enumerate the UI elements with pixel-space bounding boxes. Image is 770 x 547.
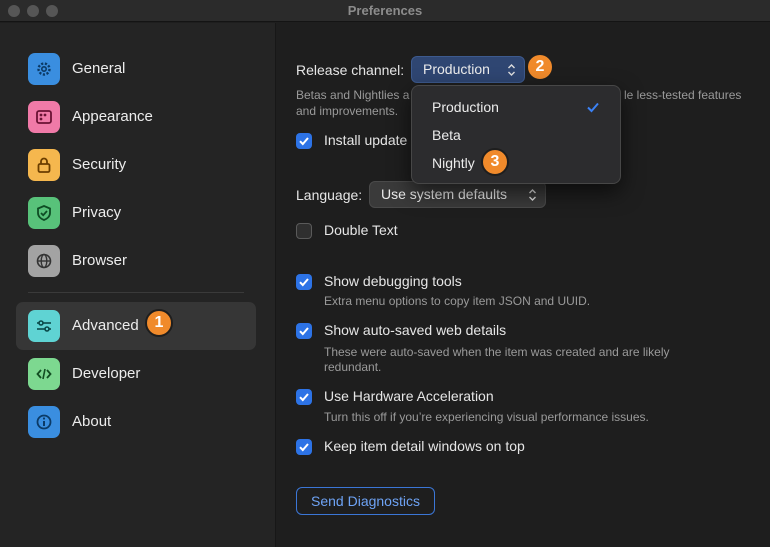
title-bar: Preferences <box>0 0 770 22</box>
sidebar: General Appearance Security Privacy Brow… <box>0 23 276 547</box>
send-diagnostics-button[interactable]: Send Diagnostics <box>296 487 435 515</box>
shield-check-icon <box>28 197 60 229</box>
code-icon <box>28 358 60 390</box>
install-updates-checkbox[interactable] <box>296 133 312 149</box>
release-channel-description: Betas and Nightlies a <box>296 88 410 102</box>
sliders-icon <box>28 310 60 342</box>
sidebar-item-appearance[interactable]: Appearance <box>16 93 256 141</box>
sidebar-item-security[interactable]: Security <box>16 141 256 189</box>
annotation-badge-1: 1 <box>145 309 173 337</box>
checkmark-icon <box>299 137 309 146</box>
release-channel-select[interactable]: Production <box>411 56 525 83</box>
sidebar-item-developer[interactable]: Developer <box>16 350 256 398</box>
sidebar-item-label: General <box>72 60 126 77</box>
checkmark-icon <box>299 327 309 336</box>
chevron-updown-icon <box>529 189 536 201</box>
hardware-acceleration-label: Use Hardware Acceleration <box>324 388 494 404</box>
show-debugging-tools-description: Extra menu options to copy item JSON and… <box>324 294 591 308</box>
language-label: Language: <box>296 187 363 203</box>
release-channel-dropdown: Production Beta Nightly <box>411 85 621 184</box>
hardware-acceleration-description: Turn this off if you’re experiencing vis… <box>324 410 649 424</box>
lock-icon <box>28 149 60 181</box>
double-text-label: Double Text <box>324 222 398 238</box>
release-channel-label: Release channel: <box>296 62 405 78</box>
window-title: Preferences <box>347 3 423 18</box>
sidebar-item-label: Security <box>72 156 127 173</box>
language-value: Use system defaults <box>381 186 508 202</box>
sidebar-item-label: Developer <box>72 365 141 382</box>
sidebar-item-browser[interactable]: Browser <box>16 237 256 285</box>
show-auto-saved-label: Show auto-saved web details <box>324 322 507 338</box>
release-channel-value: Production <box>423 61 490 77</box>
release-channel-description-line2: and improvements. <box>296 104 399 118</box>
show-auto-saved-description-line2: redundant. <box>324 360 382 374</box>
release-option-beta[interactable]: Beta <box>432 127 461 143</box>
show-auto-saved-checkbox[interactable] <box>296 323 312 339</box>
globe-icon <box>28 245 60 277</box>
keep-on-top-label: Keep item detail windows on top <box>324 438 525 454</box>
sidebar-divider <box>28 292 244 293</box>
checkmark-icon <box>587 102 599 113</box>
sidebar-item-label: Appearance <box>72 108 153 125</box>
sidebar-item-advanced[interactable]: Advanced <box>16 302 256 350</box>
show-debugging-tools-label: Show debugging tools <box>324 273 462 289</box>
show-debugging-tools-checkbox[interactable] <box>296 274 312 290</box>
palette-icon <box>28 101 60 133</box>
sidebar-item-label: About <box>72 413 112 430</box>
sidebar-item-about[interactable]: About <box>16 398 256 446</box>
release-option-nightly[interactable]: Nightly <box>432 155 475 171</box>
sidebar-item-label: Privacy <box>72 204 122 221</box>
gear-icon <box>28 53 60 85</box>
keep-on-top-checkbox[interactable] <box>296 439 312 455</box>
chevron-updown-icon <box>508 64 515 76</box>
checkmark-icon <box>299 443 309 452</box>
sidebar-item-general[interactable]: General <box>16 45 256 93</box>
install-updates-label: Install update <box>324 132 408 148</box>
hardware-acceleration-checkbox[interactable] <box>296 389 312 405</box>
release-option-production[interactable]: Production <box>432 99 499 115</box>
sidebar-item-label: Browser <box>72 252 128 269</box>
checkmark-icon <box>299 393 309 402</box>
language-select[interactable]: Use system defaults <box>369 181 546 208</box>
release-channel-description-tail: le less-tested features <box>624 88 742 102</box>
sidebar-item-privacy[interactable]: Privacy <box>16 189 256 237</box>
annotation-badge-2: 2 <box>526 53 554 81</box>
double-text-checkbox[interactable] <box>296 223 312 239</box>
info-icon <box>28 406 60 438</box>
checkmark-icon <box>299 278 309 287</box>
sidebar-item-label: Advanced <box>72 317 139 334</box>
show-auto-saved-description: These were auto-saved when the item was … <box>324 345 670 359</box>
annotation-badge-3: 3 <box>481 148 509 176</box>
